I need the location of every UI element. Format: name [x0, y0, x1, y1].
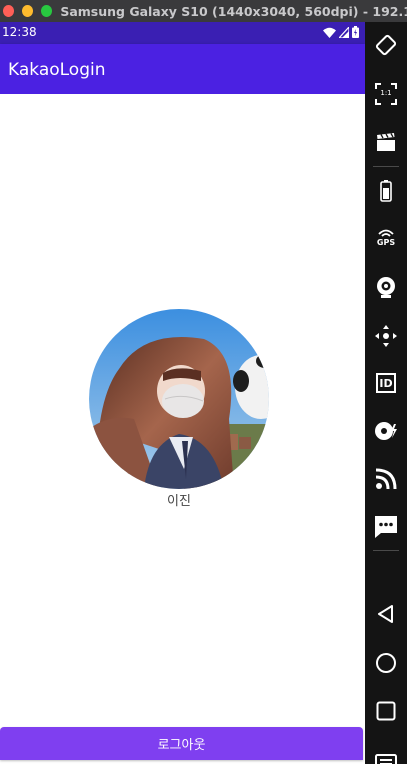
window-title: Samsung Galaxy S10 (1440x3040, 560dpi) -…: [60, 3, 407, 19]
more-button[interactable]: [365, 510, 407, 544]
minimize-window-button[interactable]: [22, 5, 34, 17]
back-triangle-icon: [378, 605, 393, 623]
back-button[interactable]: [365, 597, 407, 631]
signal-icon: [339, 26, 349, 38]
menu-icon: [375, 754, 397, 764]
toolbar-divider: [373, 550, 399, 551]
screen: Samsung Galaxy S10 (1440x3040, 560dpi) -…: [0, 0, 407, 764]
clapperboard-icon: [377, 133, 395, 151]
battery-icon: [380, 180, 392, 202]
toolbar-divider: [373, 166, 399, 167]
media-button[interactable]: [365, 414, 407, 448]
wifi-icon: [323, 27, 336, 38]
emulator-toolbar: 1:1 GPS ID: [365, 22, 407, 764]
rss-icon: [375, 468, 397, 490]
id-card-icon: ID: [376, 373, 396, 393]
home-circle-icon: [376, 653, 396, 673]
rotate-icon: [375, 34, 397, 56]
zoom-window-button[interactable]: [41, 5, 53, 17]
battery-button[interactable]: [365, 174, 407, 208]
logout-button-label: 로그아웃: [157, 738, 206, 753]
menu-button[interactable]: [365, 744, 407, 764]
home-button[interactable]: [365, 646, 407, 680]
status-icons: [323, 26, 359, 38]
rotate-button[interactable]: [365, 28, 407, 62]
fingerprint-id-button[interactable]: ID: [365, 366, 407, 400]
chat-more-icon: [375, 516, 397, 538]
gps-label: GPS: [376, 238, 396, 247]
window-title-bar: Samsung Galaxy S10 (1440x3040, 560dpi) -…: [0, 0, 407, 22]
status-time: 12:38: [2, 25, 37, 39]
gps-button[interactable]: GPS: [365, 222, 407, 256]
profile-photo: [89, 309, 269, 489]
gps-signal-icon: [378, 229, 394, 237]
webcam-icon: [377, 277, 395, 298]
zoom-1-to-1-button[interactable]: 1:1: [365, 77, 407, 111]
app-bar: KakaoLogin: [0, 44, 365, 94]
overview-button[interactable]: [365, 694, 407, 728]
dpad-button[interactable]: [365, 319, 407, 353]
logout-button[interactable]: 로그아웃: [0, 727, 363, 760]
overview-square-icon: [376, 701, 396, 721]
profile-name: 이진: [167, 494, 191, 509]
disc-icon: [375, 422, 397, 440]
close-window-button[interactable]: [3, 5, 15, 17]
profile-image: [89, 309, 269, 489]
app-title: KakaoLogin: [8, 60, 106, 80]
main-content: 이진 로그아웃: [0, 94, 365, 764]
camera-button[interactable]: [365, 270, 407, 304]
status-bar: 12:38: [0, 22, 365, 44]
battery-icon: [352, 26, 359, 38]
zoom-label: 1:1: [380, 89, 392, 97]
move-arrows-icon: [375, 325, 397, 347]
id-label: ID: [379, 376, 393, 390]
cast-button[interactable]: [365, 462, 407, 496]
screen-record-button[interactable]: [365, 125, 407, 159]
